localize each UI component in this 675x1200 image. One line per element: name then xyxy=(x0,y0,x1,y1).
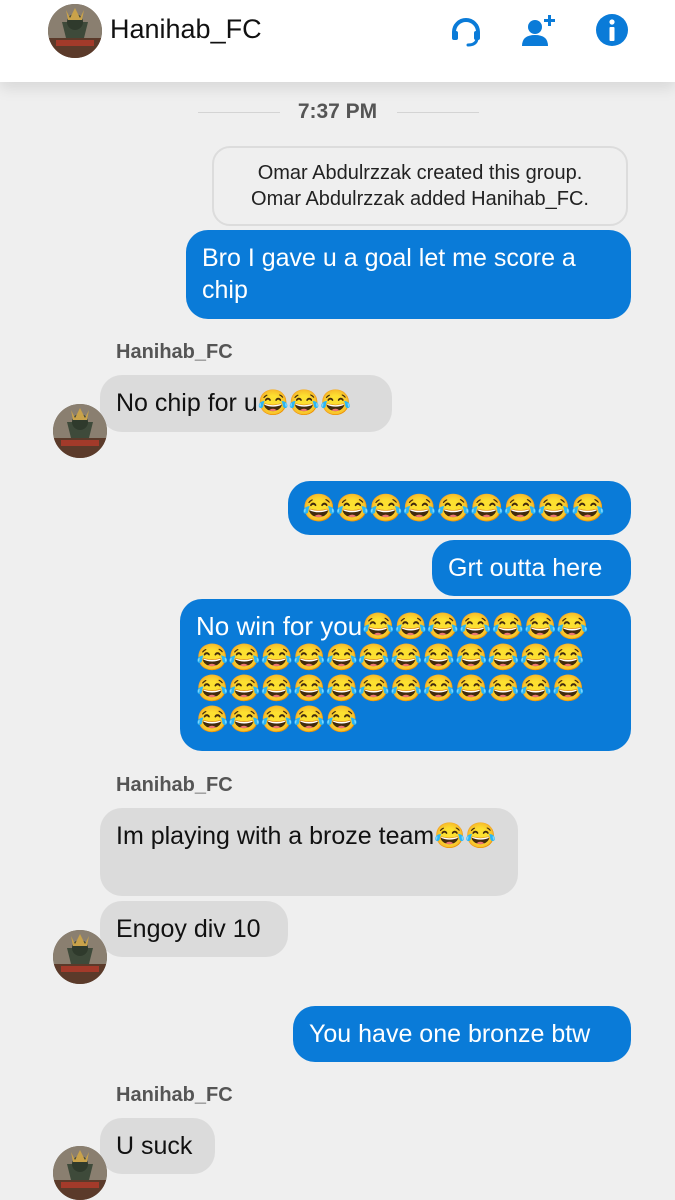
divider xyxy=(397,112,479,113)
system-notice: Omar Abdulrzzak created this group. Omar… xyxy=(212,146,628,226)
sender-name: Hanihab_FC xyxy=(116,1084,233,1106)
sender-name: Hanihab_FC xyxy=(116,774,233,796)
incoming-message[interactable]: Im playing with a broze team😂😂 xyxy=(100,808,518,896)
outgoing-message[interactable]: 😂😂😂😂😂😂😂😂😂 xyxy=(288,481,631,535)
system-notice-line: Omar Abdulrzzak added Hanihab_FC. xyxy=(251,188,589,210)
sender-avatar[interactable] xyxy=(53,1146,107,1200)
incoming-message[interactable]: No chip for u😂😂😂 xyxy=(100,375,392,432)
incoming-message[interactable]: U suck xyxy=(100,1118,215,1174)
chat-header: Hanihab_FC xyxy=(0,0,675,82)
outgoing-message[interactable]: Grt outta here xyxy=(432,540,631,596)
outgoing-message[interactable]: No win for you😂😂😂😂😂😂😂😂😂😂😂😂😂😂😂😂😂😂😂😂😂😂😂😂😂😂… xyxy=(180,599,631,751)
incoming-message[interactable]: Engoy div 10 xyxy=(100,901,288,957)
sender-name: Hanihab_FC xyxy=(116,341,233,363)
sender-avatar[interactable] xyxy=(53,930,107,984)
outgoing-message[interactable]: You have one bronze btw xyxy=(293,1006,631,1062)
contact-avatar[interactable] xyxy=(48,4,102,58)
add-person-icon[interactable] xyxy=(518,10,558,50)
system-notice-line: Omar Abdulrzzak created this group. xyxy=(257,162,583,184)
outgoing-message[interactable]: Bro I gave u a goal let me score a chip xyxy=(186,230,631,319)
headset-icon[interactable] xyxy=(446,10,486,50)
info-icon[interactable] xyxy=(592,10,632,50)
sender-avatar[interactable] xyxy=(53,404,107,458)
chat-title: Hanihab_FC xyxy=(110,14,262,44)
timestamp: 7:37 PM xyxy=(297,100,378,123)
